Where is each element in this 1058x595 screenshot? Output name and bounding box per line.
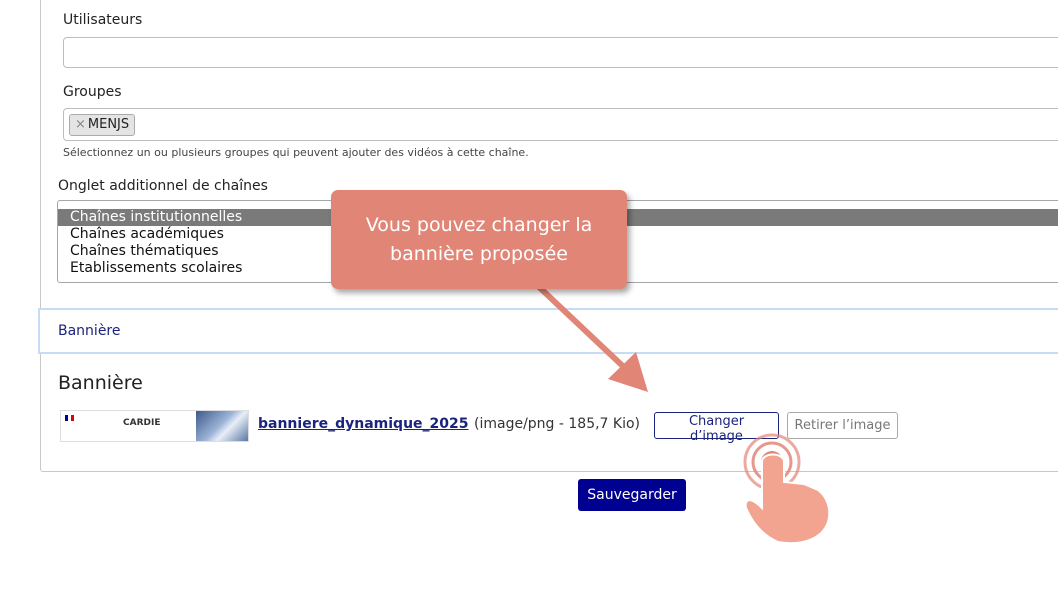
section-tab-label: Bannière bbox=[58, 323, 121, 339]
group-chip-label: MENJS bbox=[87, 117, 130, 132]
banner-thumbnail: CARDIE bbox=[60, 410, 249, 442]
chip-remove-icon[interactable]: × bbox=[75, 117, 86, 132]
users-input[interactable] bbox=[63, 37, 1058, 68]
groups-help-text: Sélectionnez un ou plusieurs groupes qui… bbox=[63, 146, 529, 159]
group-chip: × MENJS bbox=[69, 114, 136, 136]
change-image-button[interactable]: Changer d’image bbox=[654, 412, 779, 444]
banner-file-meta: (image/png - 185,7 Kio) bbox=[474, 416, 641, 432]
callout-line-2: bannière proposée bbox=[390, 242, 568, 265]
thumbnail-title: CARDIE bbox=[123, 418, 161, 428]
remove-image-button[interactable]: Retirer l’image bbox=[787, 412, 898, 439]
banner-heading: Bannière bbox=[58, 372, 143, 394]
save-button[interactable]: Sauvegarder bbox=[578, 479, 686, 511]
groups-input[interactable] bbox=[63, 108, 1058, 141]
republique-flag-icon bbox=[65, 415, 74, 421]
tab-label: Onglet additionnel de chaînes bbox=[58, 178, 268, 194]
tooltip-callout: Vous pouvez changer la bannière proposée bbox=[331, 190, 627, 289]
callout-line-1: Vous pouvez changer la bbox=[365, 213, 593, 236]
section-tab-banniere[interactable]: Bannière bbox=[38, 308, 1058, 354]
users-label: Utilisateurs bbox=[63, 12, 143, 28]
banner-file-link[interactable]: banniere_dynamique_2025 bbox=[258, 416, 469, 432]
groups-label: Groupes bbox=[63, 84, 122, 100]
thumbnail-image bbox=[196, 411, 248, 441]
